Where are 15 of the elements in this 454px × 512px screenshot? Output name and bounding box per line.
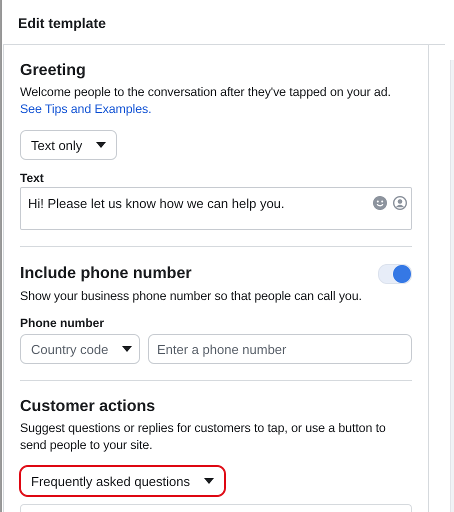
customer-actions-dropdown[interactable]: Frequently asked questions (20, 466, 225, 496)
section-description: Show your business phone number so that people can call you. (20, 288, 363, 305)
section-description: Welcome people to the conversation after they've tapped on your ad. See Tips and Examples. (20, 84, 392, 118)
section-title: Customer actions (20, 398, 156, 416)
country-code-dropdown[interactable]: Country code (20, 334, 140, 364)
dialog-title: Edit template (18, 15, 106, 31)
text-input-field[interactable]: Hi! Please let us know how we can help you. (20, 187, 412, 230)
section-title: Include phone number (20, 265, 192, 283)
field-label: Text (20, 171, 44, 185)
phone-number-field[interactable]: Enter a phone number (148, 334, 412, 364)
tips-link[interactable]: See Tips and Examples. (20, 102, 152, 116)
format-dropdown[interactable]: Text only (20, 130, 118, 160)
section-title: Greeting (20, 62, 86, 80)
field-label: Phone number (20, 316, 104, 330)
section-description: Suggest questions or replies for customers to tap, or use a button to send people to your site. (20, 420, 387, 454)
